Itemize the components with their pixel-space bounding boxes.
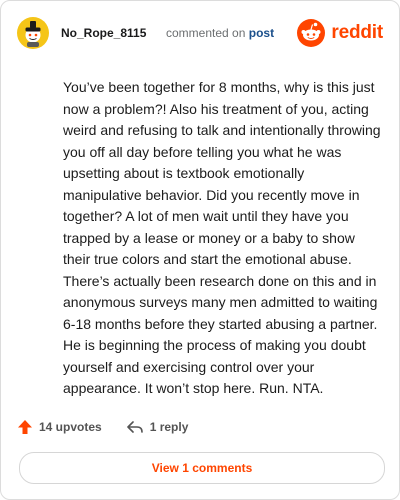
reply-button[interactable]: 1 reply [126,419,189,435]
upvote-arrow-icon [18,420,32,434]
upvote-button[interactable]: 14 upvotes [17,419,102,435]
reddit-brand[interactable]: reddit [297,17,383,49]
snoo-avatar-icon[interactable] [17,17,49,49]
comment-author[interactable]: No_Rope_8115 [61,26,146,40]
post-link[interactable]: post [249,26,274,40]
comment-meta: commented on post [166,26,274,40]
view-comments-button[interactable]: View 1 comments [19,452,385,484]
upvote-count: 14 upvotes [39,420,102,434]
comment-actions: 14 upvotes 1 reply [17,415,188,439]
comment-header: No_Rope_8115 commented on post reddit [17,17,383,51]
brand-name: reddit [331,22,383,43]
reddit-logo-icon [297,19,326,47]
comment-body: You’ve been together for 8 months, why i… [63,79,381,396]
meta-prefix: commented on [166,26,246,40]
reply-count: 1 reply [149,420,189,434]
comment-card: No_Rope_8115 commented on post reddit Yo… [0,0,400,500]
reply-arrow-icon [126,421,143,433]
